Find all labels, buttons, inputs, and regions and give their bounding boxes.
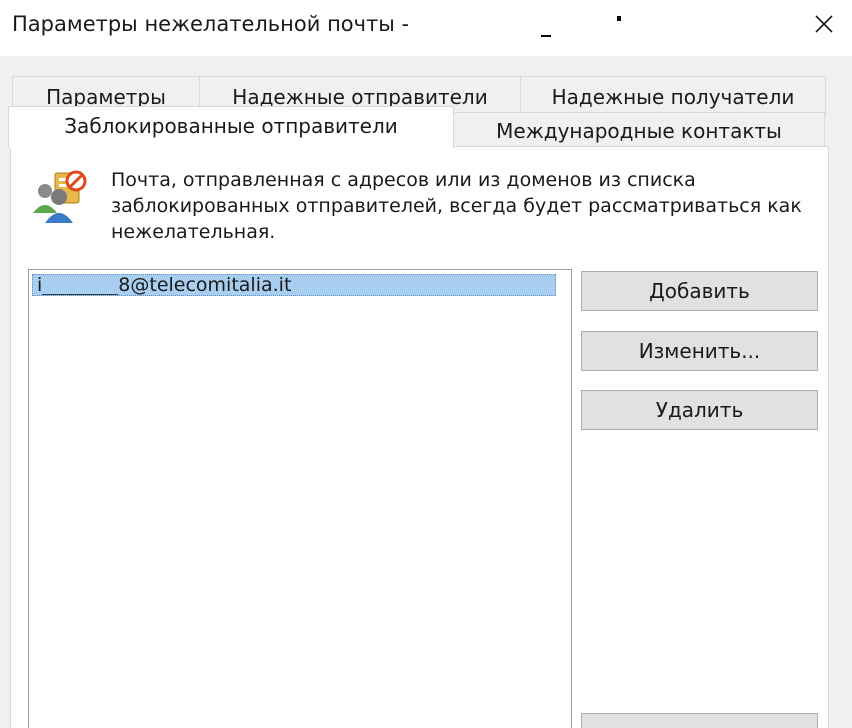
blocked-senders-panel: Почта, отправленная с адресов или из дом… [10, 146, 829, 728]
blocked-senders-description: Почта, отправленная с адресов или из дом… [111, 169, 802, 243]
edit-button[interactable]: Изменить... [581, 331, 818, 371]
list-item[interactable]: i________8@telecomitalia.it [32, 274, 556, 296]
close-button[interactable] [806, 6, 842, 42]
tab-strip: Параметры Надежные отправители Надежные … [0, 56, 852, 156]
tab-international[interactable]: Международные контакты [453, 112, 825, 148]
tab-safe-recipients[interactable]: Надежные получатели [520, 76, 826, 116]
add-button[interactable]: Добавить [581, 271, 818, 311]
import-button[interactable] [581, 713, 818, 728]
tab-blocked-senders[interactable]: Заблокированные отправители [8, 106, 454, 148]
window-title: Параметры нежелательной почты - [12, 12, 410, 36]
close-icon [815, 15, 833, 33]
title-artifact [617, 16, 621, 21]
remove-button[interactable]: Удалить [581, 390, 818, 430]
junk-mail-options-dialog: Параметры нежелательной почты - Параметр… [0, 0, 852, 728]
blocked-senders-icon [33, 170, 87, 223]
blocked-senders-list[interactable]: i________8@telecomitalia.it [28, 269, 572, 728]
title-artifact [541, 35, 551, 37]
title-bar: Параметры нежелательной почты - [0, 0, 852, 56]
